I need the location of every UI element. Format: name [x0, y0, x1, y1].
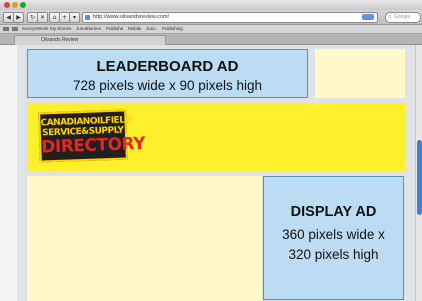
address-bar[interactable]: http://www.oilsandsreview.com/	[82, 12, 378, 23]
navigation-toolbar: ◀ ▶ ↻ ✕ ⌂ + ▾ http://www.oilsandsreview.…	[0, 10, 422, 25]
forward-icon[interactable]: ▶	[13, 12, 24, 23]
display-ad-width: 360 pixels wide x	[282, 227, 385, 242]
bookmark-item[interactable]: SunnyvWeek	[22, 25, 48, 33]
logo-banner: CANADIANOILFIELD SERVICE&SUPPLY DIRECTOR…	[27, 103, 405, 171]
directory-logo[interactable]: CANADIANOILFIELD SERVICE&SUPPLY DIRECTOR…	[38, 109, 146, 163]
zoom-window-button[interactable]	[20, 2, 26, 8]
leaderboard-size: 728 pixels wide x 90 pixels high	[72, 78, 263, 93]
address-text: http://www.oilsandsreview.com/	[93, 14, 170, 20]
stop-icon[interactable]: ✕	[37, 12, 48, 23]
bookmark-item[interactable]: Publishe	[106, 25, 123, 33]
minimize-window-button[interactable]	[12, 2, 18, 8]
vertical-scrollbar[interactable]	[415, 45, 422, 301]
page-menu-icon[interactable]: ▾	[69, 12, 80, 23]
display-ad[interactable]: DISPLAY AD 360 pixels wide x 320 pixels …	[263, 176, 404, 300]
close-window-button[interactable]	[4, 2, 10, 8]
favicon-icon	[85, 15, 90, 20]
show-all-bookmarks-icon[interactable]	[3, 27, 9, 31]
display-ad-height: 320 pixels high	[288, 247, 379, 262]
leaderboard-ad[interactable]: LEADERBOARD AD 728 pixels wide x 90 pixe…	[27, 49, 308, 98]
header-filler	[315, 49, 405, 98]
tab-label: Oilsands Review	[41, 37, 79, 43]
page-viewport: LEADERBOARD AD 728 pixels wide x 90 pixe…	[17, 45, 415, 301]
bookmarks-grid-icon[interactable]	[12, 27, 18, 31]
search-icon: ⌕	[388, 14, 392, 20]
search-field[interactable]: ⌕ Google	[385, 12, 421, 23]
rss-icon[interactable]	[362, 14, 374, 20]
bookmark-item[interactable]: Mobile	[128, 25, 141, 33]
scrollbar-thumb[interactable]	[417, 140, 422, 215]
page-left-margin	[0, 45, 17, 301]
title-bar	[0, 0, 422, 10]
bookmarks-bar: SunnyvWeek My Stories JunoBlurries Publi…	[0, 25, 422, 34]
display-ad-title: DISPLAY AD	[290, 204, 377, 220]
browser-window: ◀ ▶ ↻ ✕ ⌂ + ▾ http://www.oilsandsreview.…	[0, 0, 422, 301]
search-placeholder: Google	[394, 14, 411, 20]
leaderboard-title: LEADERBOARD AD	[96, 58, 239, 75]
logo-line-3: DIRECTORY	[41, 133, 146, 158]
tab-oilsands-review[interactable]: Oilsands Review	[14, 35, 166, 45]
bookmark-item[interactable]: JunoBlurries	[76, 25, 101, 33]
content-area	[27, 176, 262, 301]
bookmark-item[interactable]: My Stories	[50, 25, 71, 33]
tab-bar: Oilsands Review	[0, 34, 422, 45]
bookmark-item[interactable]: Publishing	[162, 25, 183, 33]
bookmark-item[interactable]: Juno	[146, 25, 156, 33]
